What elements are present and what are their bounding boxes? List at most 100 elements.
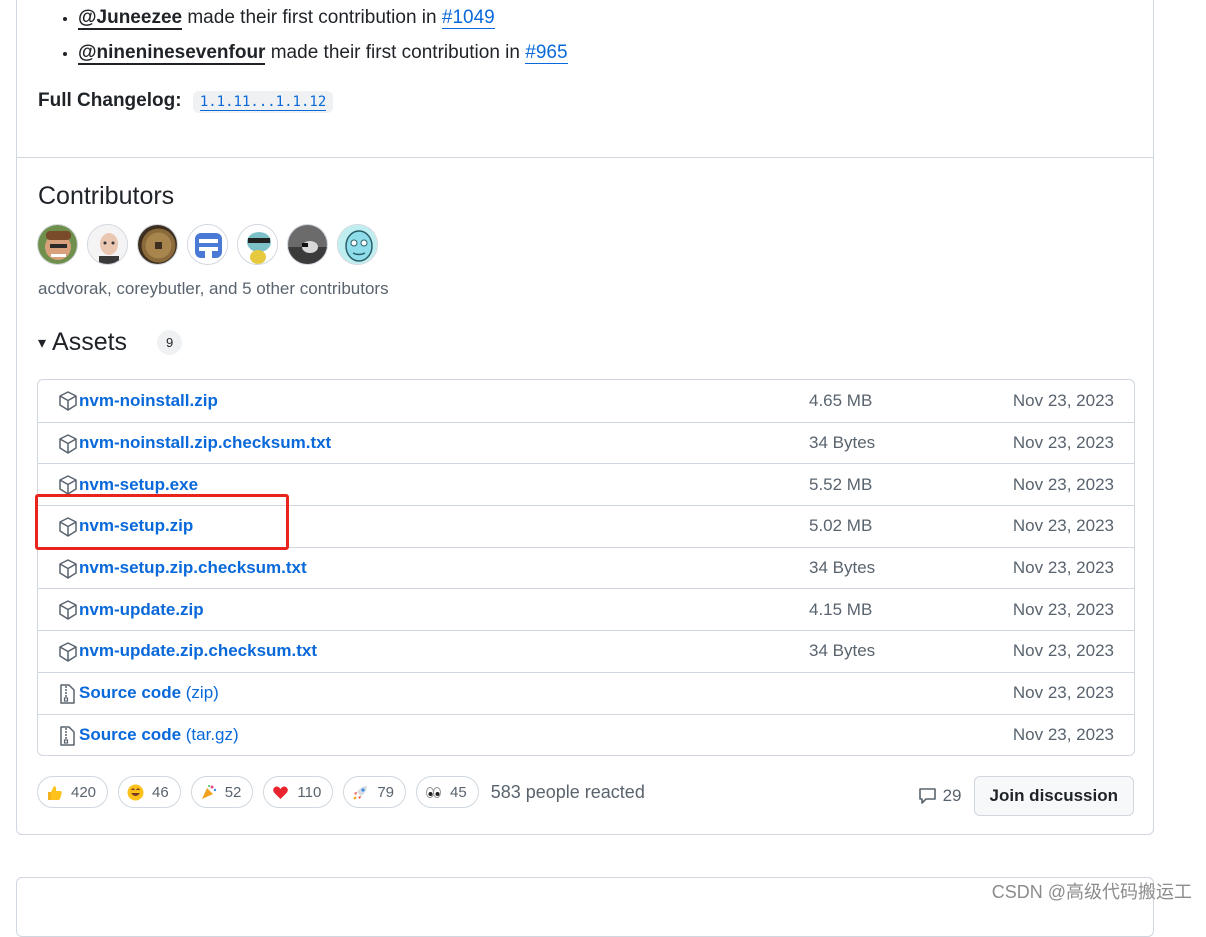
reaction-button[interactable]: 52: [190, 776, 254, 808]
contributors-summary: acdvorak, coreybutler, and 5 other contr…: [38, 279, 389, 298]
package-icon: [59, 433, 77, 454]
reaction-button[interactable]: 420: [37, 776, 109, 808]
file-zip-icon: [59, 684, 77, 704]
asset-row: Source code (zip) Nov 23, 2023: [38, 671, 1134, 714]
asset-link[interactable]: Source code (tar.gz): [79, 725, 239, 745]
asset-size: 5.52 MB: [809, 474, 873, 494]
contribution-text: made their first contribution in: [270, 42, 520, 63]
asset-row: nvm-update.zip.checksum.txt 34 Bytes Nov 2…: [38, 630, 1134, 672]
user-link[interactable]: @Juneezee: [78, 7, 183, 30]
full-changelog: Full Changelog: 1.1.11...1.1.12: [38, 90, 334, 113]
reaction-count: 45: [450, 783, 467, 801]
asset-link[interactable]: nvm-update.zip: [79, 600, 204, 620]
join-discussion-button[interactable]: Join discussion: [973, 776, 1134, 816]
asset-row: Source code (tar.gz) Nov 23, 2023: [38, 713, 1134, 756]
asset-date: Nov 23, 2023: [1012, 516, 1114, 536]
avatar[interactable]: [187, 224, 228, 265]
asset-name: nvm-setup.zip.checksum.txt: [79, 558, 307, 578]
user-link[interactable]: @nineninesevenfour: [78, 42, 266, 65]
package-icon: [59, 475, 77, 496]
avatar[interactable]: [287, 224, 328, 265]
file-zip-icon: [59, 725, 77, 746]
changelog-link[interactable]: 1.1.11...1.1.12: [199, 94, 327, 111]
assets-heading: Assets: [52, 328, 128, 356]
assets-toggle[interactable]: ▾ Assets 9: [38, 328, 183, 357]
asset-link[interactable]: nvm-setup.exe: [79, 475, 198, 495]
avatar[interactable]: [337, 224, 378, 265]
pr-link[interactable]: #1049: [441, 7, 495, 29]
asset-date: Nov 23, 2023: [1012, 683, 1114, 703]
asset-date: Nov 23, 2023: [1012, 599, 1114, 619]
asset-date: Nov 23, 2023: [1012, 433, 1114, 453]
asset-row: nvm-setup.zip.checksum.txt 34 Bytes Nov 23…: [38, 546, 1134, 589]
asset-date: Nov 23, 2023: [1012, 390, 1114, 410]
asset-link[interactable]: nvm-update.zip.checksum.txt: [79, 641, 317, 661]
assets-list: nvm-noinstall.zip 4.65 MB Nov 23, 2023 nvm-…: [37, 379, 1135, 756]
package-icon: [59, 600, 77, 621]
reaction-count: 110: [297, 783, 322, 801]
asset-link[interactable]: nvm-setup.zip.checksum.txt: [79, 558, 307, 578]
reaction-button[interactable]: 45: [416, 776, 479, 808]
comment-count[interactable]: 29: [918, 786, 962, 806]
asset-row: nvm-update.zip 4.15 MB Nov 23, 2023: [38, 588, 1134, 630]
asset-link[interactable]: nvm-noinstall.zip: [79, 391, 218, 411]
asset-ext: (zip): [181, 683, 219, 703]
contributors-heading: Contributors: [38, 182, 175, 210]
asset-date: Nov 23, 2023: [1012, 641, 1114, 661]
asset-name: Source code: [79, 724, 182, 744]
asset-ext: (tar.gz): [181, 724, 239, 744]
asset-link[interactable]: nvm-noinstall.zip.checksum.txt: [79, 433, 331, 453]
asset-row: nvm-noinstall.zip.checksum.txt 34 Bytes No…: [38, 421, 1134, 464]
caret-down-icon: ▾: [38, 334, 47, 352]
contributor-avatars: [37, 224, 378, 265]
reaction-button[interactable]: 110: [263, 776, 334, 808]
asset-size: 34 Bytes: [809, 641, 876, 661]
changelog-label: Full Changelog: [38, 90, 176, 111]
asset-name: nvm-update.zip: [79, 599, 204, 619]
reaction-button[interactable]: 46: [118, 776, 181, 808]
package-icon: [59, 559, 77, 579]
asset-link[interactable]: Source code (zip): [79, 683, 219, 703]
section-divider: [17, 157, 1153, 158]
avatar[interactable]: [237, 224, 278, 265]
new-contributors-list: @Juneezee made their first contribution …: [38, 4, 568, 74]
asset-size: 4.65 MB: [809, 390, 873, 410]
comment-count-value: 29: [942, 786, 962, 805]
reaction-button[interactable]: 79: [343, 776, 407, 808]
list-item: @nineninesevenfour made their first cont…: [78, 39, 568, 74]
changelog-separator: :: [175, 90, 182, 111]
reaction-count: 79: [377, 783, 395, 801]
reactions-summary: 583 people reacted: [490, 781, 645, 802]
list-item: @Juneezee made their first contribution …: [78, 4, 568, 39]
discussion-area: 29 Join discussion: [918, 776, 1134, 816]
changelog-code: 1.1.11...1.1.12: [192, 91, 334, 113]
asset-size: 34 Bytes: [809, 433, 876, 453]
asset-date: Nov 23, 2023: [1012, 724, 1114, 744]
asset-name: nvm-noinstall.zip.checksum.txt: [79, 433, 332, 453]
avatar[interactable]: [87, 224, 128, 265]
watermark: CSDN @高级代码搬运工: [991, 882, 1192, 902]
pr-link[interactable]: #965: [525, 42, 568, 64]
asset-size: 4.15 MB: [809, 599, 873, 619]
reactions-bar: 420 46 52 110 79 45 583 people reacted: [37, 776, 645, 808]
asset-row: nvm-noinstall.zip 4.65 MB Nov 23, 2023: [38, 380, 1134, 422]
asset-date: Nov 23, 2023: [1012, 474, 1114, 494]
asset-name: nvm-setup.exe: [79, 474, 199, 494]
avatar[interactable]: [37, 224, 78, 265]
next-release-card: [16, 877, 1154, 937]
rocket-icon: [352, 784, 369, 801]
asset-date: Nov 23, 2023: [1012, 558, 1114, 578]
assets-count-badge: 9: [157, 330, 183, 355]
asset-name: Source code: [79, 683, 182, 703]
laugh-icon: [127, 784, 144, 801]
reaction-count: 46: [152, 783, 169, 801]
highlight-box: [35, 494, 289, 550]
avatar[interactable]: [137, 224, 178, 265]
contribution-text: made their first contribution in: [187, 7, 437, 28]
package-icon: [59, 391, 77, 411]
asset-name: nvm-update.zip.checksum.txt: [79, 641, 318, 661]
eyes-icon: [425, 784, 442, 801]
hooray-icon: [200, 784, 217, 801]
asset-size: 34 Bytes: [809, 558, 876, 578]
reaction-count: 52: [224, 783, 242, 801]
